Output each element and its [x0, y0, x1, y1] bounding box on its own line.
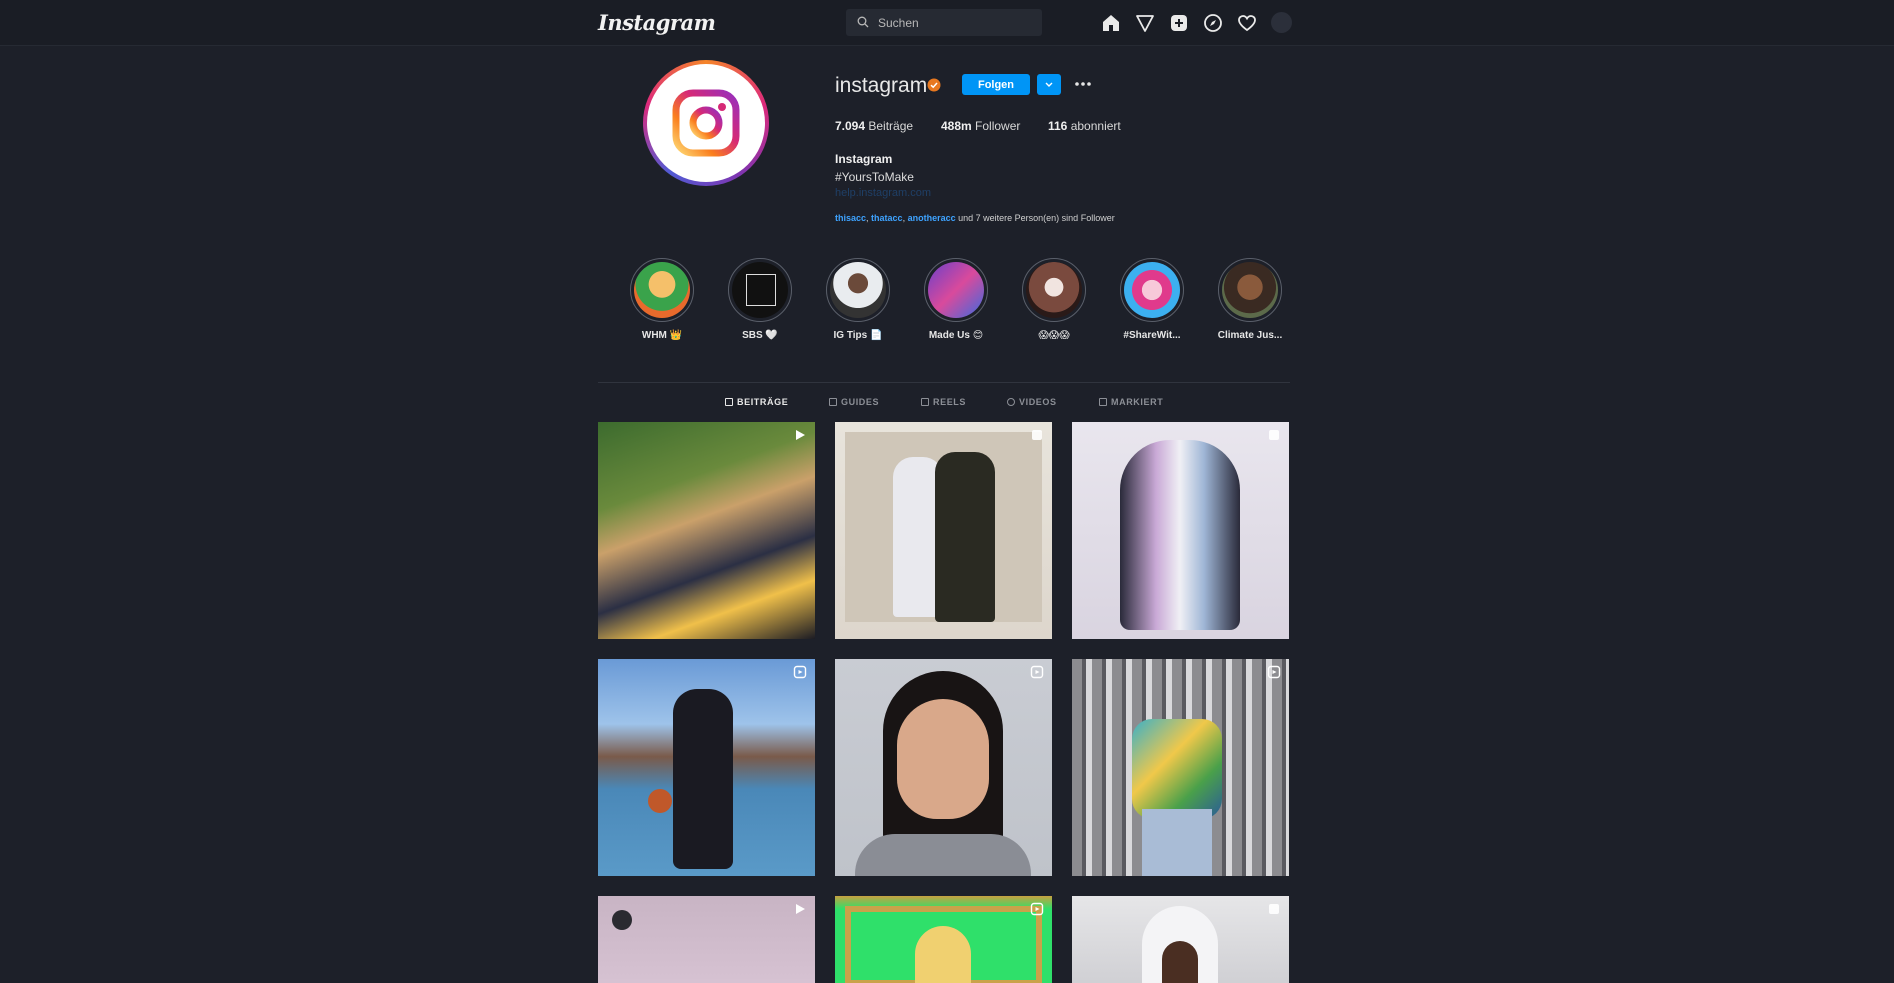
more-options-button[interactable]	[1073, 74, 1093, 94]
reels-icon	[1030, 665, 1044, 679]
followed-by-account[interactable]: thisacc	[835, 213, 866, 223]
highlight-cover	[1124, 262, 1180, 318]
post-tile[interactable]	[598, 896, 815, 983]
highlight-label: WHM 👑	[641, 330, 683, 341]
play-icon	[796, 904, 805, 914]
tab-divider	[598, 382, 1290, 383]
home-icon[interactable]	[1100, 12, 1122, 34]
suggested-dropdown-button[interactable]	[1037, 74, 1061, 95]
chevron-down-icon	[1045, 82, 1053, 87]
following-count[interactable]: 116 abonniert	[1048, 119, 1121, 133]
top-nav-bar: Instagram Suchen	[0, 0, 1894, 46]
highlight-cover	[928, 262, 984, 318]
post-tile[interactable]	[598, 422, 815, 639]
followed-by-text: thisacc, thatacc, anotheracc und 7 weite…	[835, 213, 1115, 223]
follow-button[interactable]: Folgen	[962, 74, 1030, 95]
grid-icon	[725, 398, 733, 406]
search-icon	[857, 16, 869, 28]
highlight-scream[interactable]: 😱😱😱	[1018, 258, 1090, 341]
highlight-whm[interactable]: WHM 👑	[626, 258, 698, 341]
guides-icon	[829, 398, 837, 406]
profile-username: instagram	[835, 74, 928, 97]
post-tile[interactable]	[598, 659, 815, 876]
post-tile[interactable]	[1072, 422, 1289, 639]
tab-guides[interactable]: GUIDES	[829, 397, 879, 407]
post-tile[interactable]	[835, 422, 1052, 639]
highlight-sbs[interactable]: SBS 🤍	[724, 258, 796, 341]
highlight-label: Climate Jus...	[1217, 330, 1283, 341]
avatar[interactable]	[1271, 12, 1292, 33]
highlight-label: 😱😱😱	[1038, 330, 1070, 341]
verified-badge-icon	[927, 78, 941, 92]
followed-by-account[interactable]: anotheracc	[908, 213, 956, 223]
followers-count[interactable]: 488m Follower	[941, 119, 1020, 133]
post-tile[interactable]	[1072, 896, 1289, 983]
highlight-made-us[interactable]: Made Us 😊	[920, 258, 992, 341]
post-tile[interactable]	[835, 896, 1052, 983]
highlight-cover	[732, 262, 788, 318]
search-placeholder: Suchen	[878, 16, 919, 30]
profile-picture[interactable]	[643, 60, 769, 186]
tagged-icon	[1099, 398, 1107, 406]
video-icon	[1007, 398, 1015, 406]
reels-icon	[1030, 902, 1044, 916]
search-input[interactable]: Suchen	[846, 9, 1042, 36]
carousel-icon	[1032, 430, 1042, 440]
tab-tagged[interactable]: MARKIERT	[1099, 397, 1163, 407]
highlight-cover	[1026, 262, 1082, 318]
highlight-label: Made Us 😊	[928, 330, 984, 341]
followed-by-account[interactable]: thatacc	[871, 213, 903, 223]
tab-reels[interactable]: REELS	[921, 397, 966, 407]
highlight-label: IG Tips 📄	[833, 330, 883, 341]
highlight-sharewith[interactable]: #ShareWit...	[1116, 258, 1188, 341]
bio-name: Instagram	[835, 152, 893, 166]
bio-link[interactable]: help.instagram.com	[835, 187, 931, 199]
highlight-cover	[634, 262, 690, 318]
reels-icon	[921, 398, 929, 406]
reels-icon	[793, 665, 807, 679]
highlight-label: SBS 🤍	[742, 330, 778, 341]
play-icon	[796, 430, 805, 440]
posts-count: 7.094 Beiträge	[835, 119, 914, 133]
carousel-icon	[1269, 430, 1279, 440]
post-tile[interactable]	[1072, 659, 1289, 876]
instagram-logo-icon	[672, 89, 740, 157]
instagram-logo[interactable]: Instagram	[598, 10, 716, 35]
tab-videos[interactable]: VIDEOS	[1007, 397, 1057, 407]
bio-hashtag[interactable]: #YoursToMake	[835, 170, 914, 184]
highlight-climate[interactable]: Climate Jus...	[1214, 258, 1286, 341]
activity-icon[interactable]	[1236, 12, 1258, 34]
highlight-label: #ShareWit...	[1123, 330, 1181, 341]
new-post-icon[interactable]	[1168, 12, 1190, 34]
direct-icon[interactable]	[1134, 12, 1156, 34]
highlight-cover	[1222, 262, 1278, 318]
highlight-ig-tips[interactable]: IG Tips 📄	[822, 258, 894, 341]
carousel-icon	[1269, 904, 1279, 914]
reels-icon	[1267, 665, 1281, 679]
tab-posts[interactable]: BEITRÄGE	[725, 397, 788, 407]
highlight-cover	[830, 262, 886, 318]
post-tile[interactable]	[835, 659, 1052, 876]
more-dots-icon	[1075, 82, 1091, 86]
explore-icon[interactable]	[1202, 12, 1224, 34]
